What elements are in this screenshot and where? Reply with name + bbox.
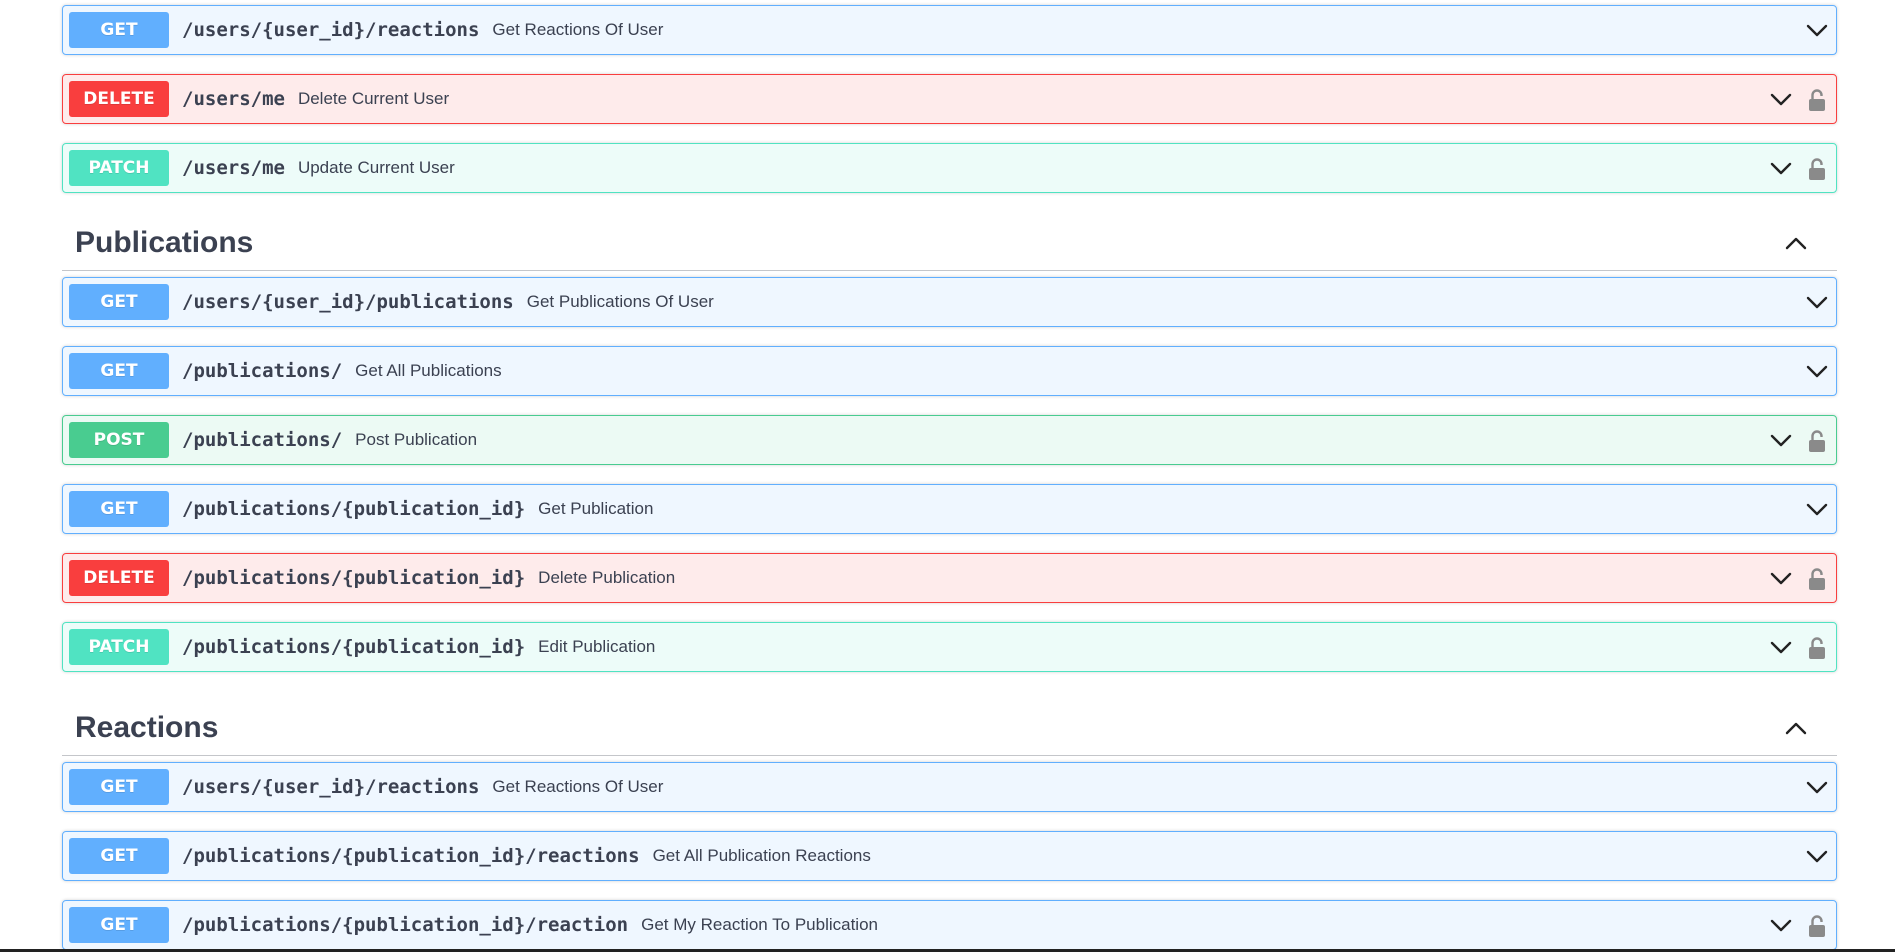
- operation-summary: Delete Publication: [538, 568, 676, 587]
- operation-patch[interactable]: PATCH/users/me Update Current User: [62, 143, 1837, 193]
- method-badge: GET: [69, 769, 169, 805]
- lock-icon[interactable]: [1808, 914, 1826, 938]
- chevron-down-icon[interactable]: [1806, 500, 1828, 520]
- lock-icon[interactable]: [1808, 88, 1826, 112]
- method-badge: GET: [69, 12, 169, 48]
- operation-path[interactable]: /publications/{publication_id}: [182, 567, 525, 589]
- operation-get[interactable]: GET/users/{user_id}/reactions Get Reactio…: [62, 762, 1837, 812]
- operation-summary: Get All Publications: [355, 361, 502, 380]
- method-badge: GET: [69, 353, 169, 389]
- operation-path[interactable]: /users/{user_id}/reactions: [182, 19, 479, 41]
- method-badge: DELETE: [69, 560, 169, 596]
- operation-get[interactable]: GET/publications/{publication_id}/reacti…: [62, 900, 1837, 950]
- method-badge: GET: [69, 838, 169, 874]
- lock-icon[interactable]: [1808, 636, 1826, 660]
- chevron-down-icon[interactable]: [1770, 569, 1792, 589]
- operation-get[interactable]: GET/users/{user_id}/publications Get Publ…: [62, 277, 1837, 327]
- method-badge: GET: [69, 284, 169, 320]
- operation-summary: Post Publication: [355, 430, 478, 449]
- operation-path[interactable]: /publications/{publication_id}: [182, 498, 525, 520]
- method-badge: PATCH: [69, 150, 169, 186]
- operation-path[interactable]: /publications/: [182, 360, 342, 382]
- operation-path[interactable]: /users/{user_id}/reactions: [182, 776, 479, 798]
- chevron-down-icon[interactable]: [1770, 159, 1792, 179]
- operation-get[interactable]: GET/publications/{publication_id} Get Pub…: [62, 484, 1837, 534]
- chevron-down-icon[interactable]: [1806, 21, 1828, 41]
- operation-path[interactable]: /publications/{publication_id}: [182, 636, 525, 658]
- tag-title: Reactions: [75, 710, 219, 744]
- method-badge: POST: [69, 422, 169, 458]
- operation-summary: Get Reactions Of User: [492, 20, 664, 39]
- lock-icon[interactable]: [1808, 567, 1826, 591]
- method-badge: GET: [69, 491, 169, 527]
- chevron-down-icon[interactable]: [1806, 362, 1828, 382]
- swagger-page: GET/users/{user_id}/reactions Get Reactio…: [0, 0, 1895, 952]
- chevron-down-icon[interactable]: [1770, 638, 1792, 658]
- operation-summary: Update Current User: [297, 158, 455, 177]
- chevron-down-icon[interactable]: [1806, 847, 1828, 867]
- operation-path[interactable]: /publications/{publication_id}/reactions: [182, 845, 640, 867]
- operation-path[interactable]: /users/me: [182, 88, 285, 110]
- chevron-up-icon[interactable]: [1785, 233, 1807, 253]
- operation-get[interactable]: GET/publications/Get All Publications: [62, 346, 1837, 396]
- chevron-down-icon[interactable]: [1806, 293, 1828, 313]
- operation-post[interactable]: POST/publications/Post Publication: [62, 415, 1837, 465]
- tag-section-publications[interactable]: Publications: [62, 215, 1837, 271]
- chevron-up-icon[interactable]: [1785, 718, 1807, 738]
- operation-get[interactable]: GET/users/{user_id}/reactions Get Reactio…: [62, 5, 1837, 55]
- lock-icon[interactable]: [1808, 157, 1826, 181]
- operation-summary: Get Publications Of User: [526, 292, 714, 311]
- operation-summary: Get Publication: [538, 499, 654, 518]
- operation-delete[interactable]: DELETE/publications/{publication_id} Dele…: [62, 553, 1837, 603]
- method-badge: PATCH: [69, 629, 169, 665]
- operation-path[interactable]: /publications/{publication_id}/reaction: [182, 914, 628, 936]
- operation-path[interactable]: /publications/: [182, 429, 342, 451]
- operation-summary: Get All Publication Reactions: [652, 846, 871, 865]
- operation-summary: Get Reactions Of User: [492, 777, 664, 796]
- operation-get[interactable]: GET/publications/{publication_id}/reacti…: [62, 831, 1837, 881]
- chevron-down-icon[interactable]: [1770, 916, 1792, 936]
- operation-delete[interactable]: DELETE/users/me Delete Current User: [62, 74, 1837, 124]
- chevron-down-icon[interactable]: [1806, 778, 1828, 798]
- tag-section-reactions[interactable]: Reactions: [62, 700, 1837, 756]
- operation-summary: Delete Current User: [297, 89, 450, 108]
- chevron-down-icon[interactable]: [1770, 90, 1792, 110]
- operation-path[interactable]: /users/{user_id}/publications: [182, 291, 514, 313]
- operation-summary: Edit Publication: [538, 637, 656, 656]
- chevron-down-icon[interactable]: [1770, 431, 1792, 451]
- method-badge: GET: [69, 907, 169, 943]
- operation-summary: Get My Reaction To Publication: [641, 915, 878, 934]
- operation-path[interactable]: /users/me: [182, 157, 285, 179]
- operation-patch[interactable]: PATCH/publications/{publication_id} Edit …: [62, 622, 1837, 672]
- lock-icon[interactable]: [1808, 429, 1826, 453]
- method-badge: DELETE: [69, 81, 169, 117]
- tag-title: Publications: [75, 225, 254, 259]
